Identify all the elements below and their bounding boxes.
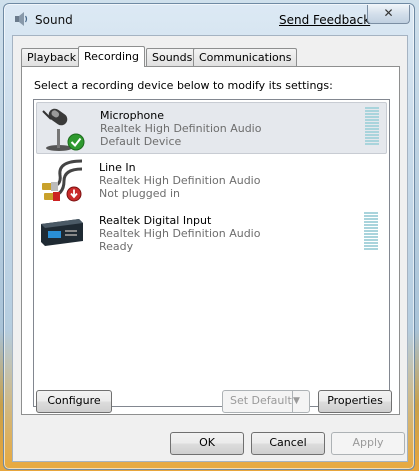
send-feedback-link[interactable]: Send Feedback [279, 13, 370, 27]
tab-playback[interactable]: Playback [21, 48, 83, 66]
dialog-client: Playback Recording Sounds Communications… [12, 35, 408, 462]
device-driver: Realtek High Definition Audio [99, 227, 261, 240]
device-name: Line In [99, 161, 136, 174]
speaker-icon [15, 12, 28, 26]
device-status: Ready [99, 240, 134, 253]
device-status: Not plugged in [99, 187, 181, 200]
device-list[interactable]: Microphone Realtek High Definition Audio… [33, 99, 390, 407]
list-item-digital-input[interactable]: Realtek Digital Input Realtek High Defin… [36, 208, 385, 258]
recording-panel: Select a recording device below to modif… [21, 66, 400, 415]
device-status: Default Device [100, 135, 182, 148]
tab-communications[interactable]: Communications [193, 48, 298, 66]
close-button[interactable]: ✕ [367, 5, 410, 24]
list-item-line-in[interactable]: Line In Realtek High Definition Audio No… [36, 155, 385, 205]
list-item-microphone[interactable]: Microphone Realtek High Definition Audio… [36, 102, 387, 154]
sound-dialog: Sound Send Feedback ✕ Playback Recording… [3, 3, 415, 470]
device-name: Realtek Digital Input [99, 214, 212, 227]
down-arrow-icon [66, 186, 82, 202]
device-driver: Realtek High Definition Audio [100, 122, 262, 135]
level-meter [364, 212, 378, 251]
properties-button[interactable]: Properties [318, 390, 392, 413]
close-icon: ✕ [383, 6, 394, 20]
ok-button[interactable]: OK [170, 432, 244, 455]
set-default-button[interactable]: Set Default ▼ [222, 390, 310, 413]
tab-sounds[interactable]: Sounds [146, 48, 199, 66]
chevron-down-icon[interactable]: ▼ [292, 391, 309, 412]
tab-recording[interactable]: Recording [78, 46, 146, 67]
digital-input-icon [41, 219, 83, 246]
cancel-button[interactable]: Cancel [251, 432, 325, 455]
apply-button[interactable]: Apply [331, 432, 405, 455]
device-driver: Realtek High Definition Audio [99, 174, 261, 187]
device-name: Microphone [100, 109, 165, 122]
window-title: Sound [35, 13, 73, 27]
level-meter [365, 107, 379, 146]
set-default-label: Set Default [230, 394, 292, 407]
green-check-icon [67, 133, 85, 151]
configure-button[interactable]: Configure [36, 390, 112, 413]
instruction-text: Select a recording device below to modif… [34, 79, 333, 92]
